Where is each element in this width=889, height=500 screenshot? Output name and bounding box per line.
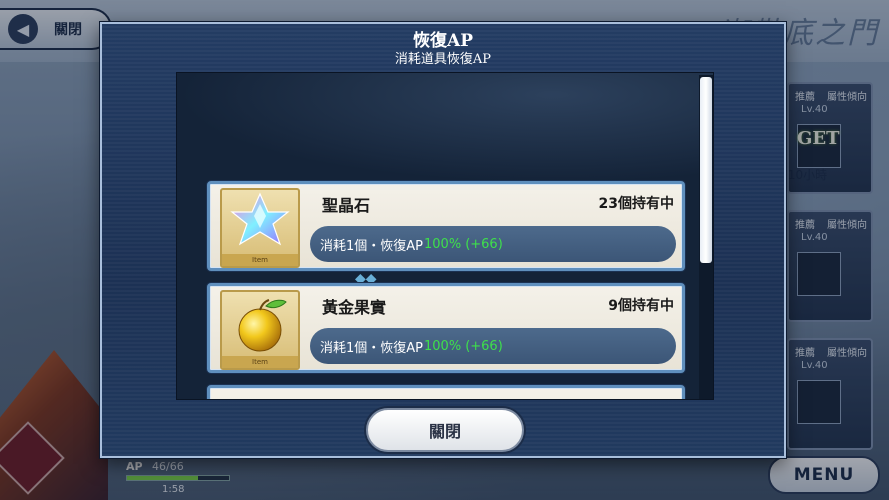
item-tag: Item — [222, 254, 298, 266]
restore-ap-dialog: 恢復AP 消耗道具恢復AP Item 聖晶石 23個持有中 消耗1個・恢復AP … — [100, 22, 786, 458]
desc-prefix: 消耗1個・恢復AP — [320, 340, 424, 356]
saint-quartz-icon — [230, 192, 290, 246]
item-count: 9個持有中 — [608, 298, 674, 314]
item-name: 黃金果實 — [322, 298, 387, 317]
item-description: 消耗1個・恢復AP 100% (+66) — [310, 226, 676, 262]
close-button[interactable]: 關閉 — [366, 408, 524, 452]
saint-quartz-icon: Item — [220, 188, 300, 268]
item-list[interactable]: Item 聖晶石 23個持有中 消耗1個・恢復AP 100% (+66) ◆◆ — [176, 72, 714, 400]
list-item-partial[interactable] — [207, 385, 685, 399]
dialog-subtitle: 消耗道具恢復AP — [394, 52, 492, 67]
restore-amount: (+66) — [465, 338, 503, 354]
golden-apple-icon — [238, 299, 287, 352]
item-name: 聖晶石 — [322, 196, 371, 215]
list-scrollbar[interactable] — [699, 75, 713, 399]
scrollbar-thumb[interactable] — [700, 77, 712, 263]
item-count: 23個持有中 — [598, 196, 674, 212]
item-tag: Item — [222, 356, 298, 368]
golden-apple-icon: Item — [220, 290, 300, 370]
list-item-golden-apple[interactable]: Item 黃金果實 9個持有中 消耗1個・恢復AP 100% (+66) — [207, 283, 685, 373]
list-item-saint-quartz[interactable]: Item 聖晶石 23個持有中 消耗1個・恢復AP 100% (+66) — [207, 181, 685, 271]
desc-prefix: 消耗1個・恢復AP — [320, 238, 424, 254]
restore-percent: 100% — [424, 338, 462, 354]
restore-amount: (+66) — [465, 236, 503, 252]
restore-percent: 100% — [424, 236, 462, 252]
item-description: 消耗1個・恢復AP 100% (+66) — [310, 328, 676, 364]
